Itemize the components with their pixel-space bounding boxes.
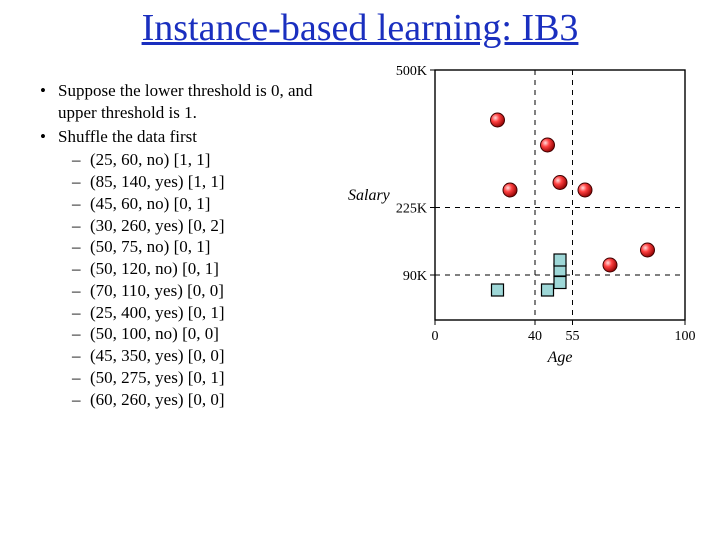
- data-point-yes: [578, 183, 592, 197]
- bullet-item: Shuffle the data first (25, 60, no) [1, 1…: [36, 126, 316, 411]
- sub-bullet-item: (50, 100, no) [0, 0]: [72, 323, 316, 345]
- svg-text:0: 0: [432, 329, 439, 344]
- svg-text:90K: 90K: [403, 269, 427, 284]
- sub-bullet-item: (50, 275, yes) [0, 1]: [72, 367, 316, 389]
- svg-text:40: 40: [528, 329, 542, 344]
- data-point-no: [542, 284, 554, 296]
- svg-text:55: 55: [566, 329, 580, 344]
- sub-bullet-item: (70, 110, yes) [0, 0]: [72, 280, 316, 302]
- data-point-no: [492, 284, 504, 296]
- data-point-no: [554, 254, 566, 266]
- data-point-yes: [503, 183, 517, 197]
- sub-bullet-item: (25, 400, yes) [0, 1]: [72, 302, 316, 324]
- data-point-yes: [553, 176, 567, 190]
- slide-title: Instance-based learning: IB3: [0, 6, 720, 50]
- data-point-yes: [491, 113, 505, 127]
- svg-text:225K: 225K: [396, 202, 427, 217]
- sub-bullet-item: (60, 260, yes) [0, 0]: [72, 389, 316, 411]
- bullet-item: Suppose the lower threshold is 0, and up…: [36, 80, 316, 124]
- data-point-yes: [641, 243, 655, 257]
- data-point-no: [554, 277, 566, 289]
- sub-bullet-item: (50, 75, no) [0, 1]: [72, 236, 316, 258]
- sub-bullet-item: (85, 140, yes) [1, 1]: [72, 171, 316, 193]
- svg-text:Salary: Salary: [348, 187, 391, 204]
- data-point-yes: [603, 258, 617, 272]
- svg-text:500K: 500K: [396, 64, 427, 79]
- sub-bullet-item: (25, 60, no) [1, 1]: [72, 149, 316, 171]
- bullet-text: Suppose the lower threshold is 0, and up…: [58, 81, 313, 122]
- bullet-text: Shuffle the data first: [58, 127, 197, 146]
- svg-text:100: 100: [675, 329, 696, 344]
- svg-text:Age: Age: [547, 349, 573, 366]
- data-point-yes: [541, 138, 555, 152]
- sub-bullet-item: (50, 120, no) [0, 1]: [72, 258, 316, 280]
- sub-bullet-item: (45, 60, no) [0, 1]: [72, 193, 316, 215]
- bullet-content: Suppose the lower threshold is 0, and up…: [36, 80, 316, 412]
- sub-bullet-item: (30, 260, yes) [0, 2]: [72, 215, 316, 237]
- scatter-chart: 0 40 55 100 90K 225K 500K Age Salary: [340, 60, 710, 390]
- slide: Instance-based learning: IB3 Suppose the…: [0, 0, 720, 540]
- sub-bullet-item: (45, 350, yes) [0, 0]: [72, 345, 316, 367]
